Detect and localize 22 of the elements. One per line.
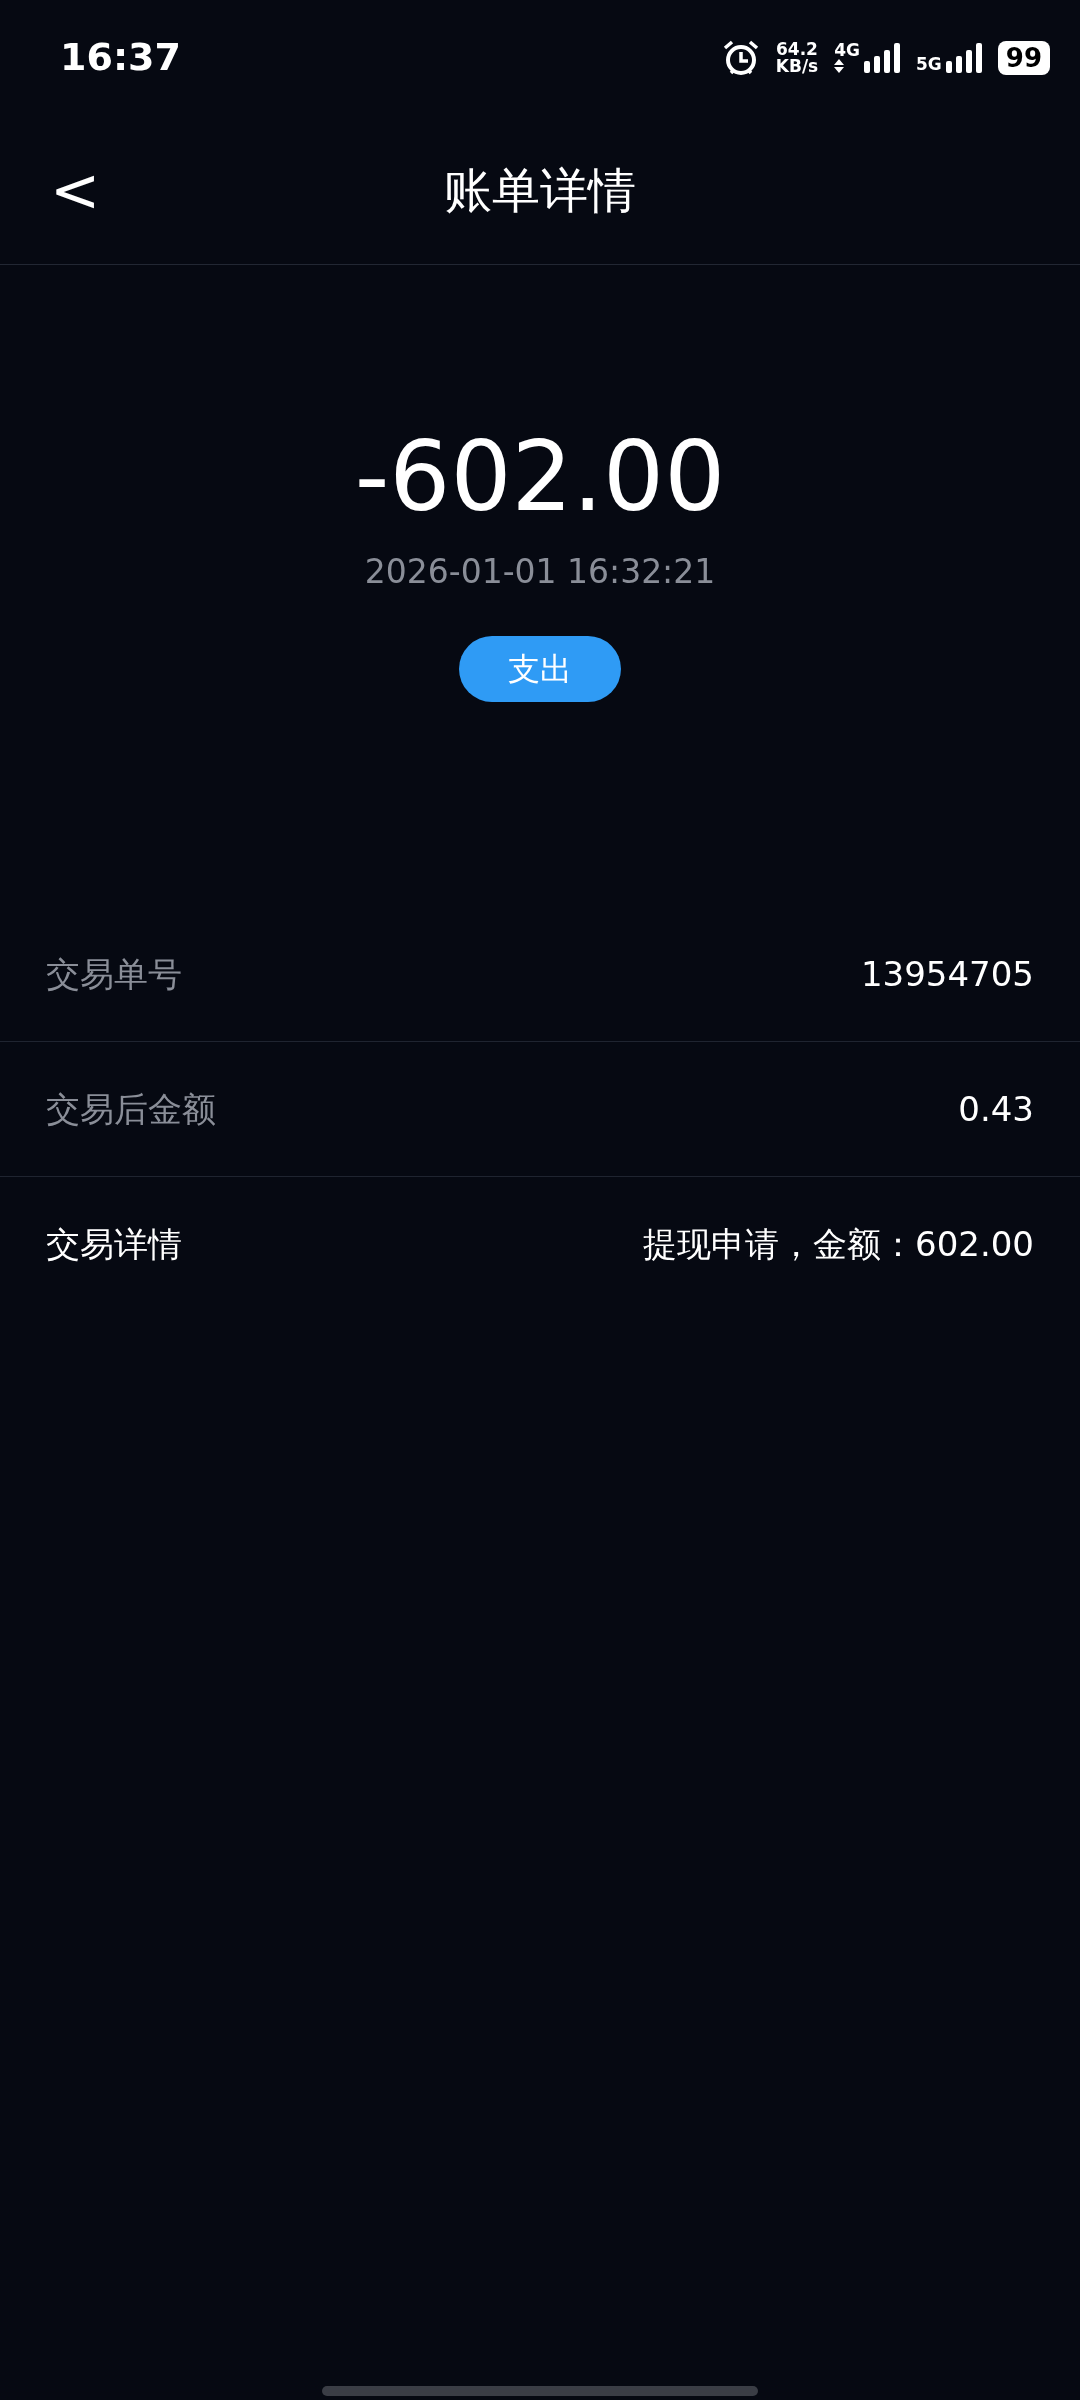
row-value: 提现申请，金额：602.00: [643, 1223, 1034, 1267]
signal-icon: [864, 43, 900, 73]
network-type: 4G: [834, 42, 860, 59]
network-type: 5G: [916, 55, 942, 73]
signal-icon: [945, 42, 982, 73]
row-value: 0.43: [958, 1087, 1034, 1131]
row-value: 13954705: [860, 952, 1034, 996]
speed-unit: KB/s: [775, 57, 819, 75]
back-button[interactable]: <: [40, 159, 111, 220]
battery-level: 99: [997, 40, 1050, 75]
page-title: 账单详情: [444, 160, 636, 220]
amount: -602.00: [354, 425, 726, 531]
alarm-icon: [721, 38, 760, 77]
transaction-time: 2026-01-01 16:32:21: [364, 550, 716, 593]
row-label: 交易详情: [46, 1223, 182, 1267]
row-label: 交易后金额: [46, 1087, 216, 1131]
type-tag: 支出: [459, 636, 621, 703]
row-label: 交易单号: [46, 952, 182, 996]
data-arrows-icon: [834, 59, 845, 73]
network-speed: 64.2: [776, 40, 818, 58]
status-time: 16:37: [60, 34, 181, 81]
home-indicator[interactable]: [322, 2386, 758, 2396]
